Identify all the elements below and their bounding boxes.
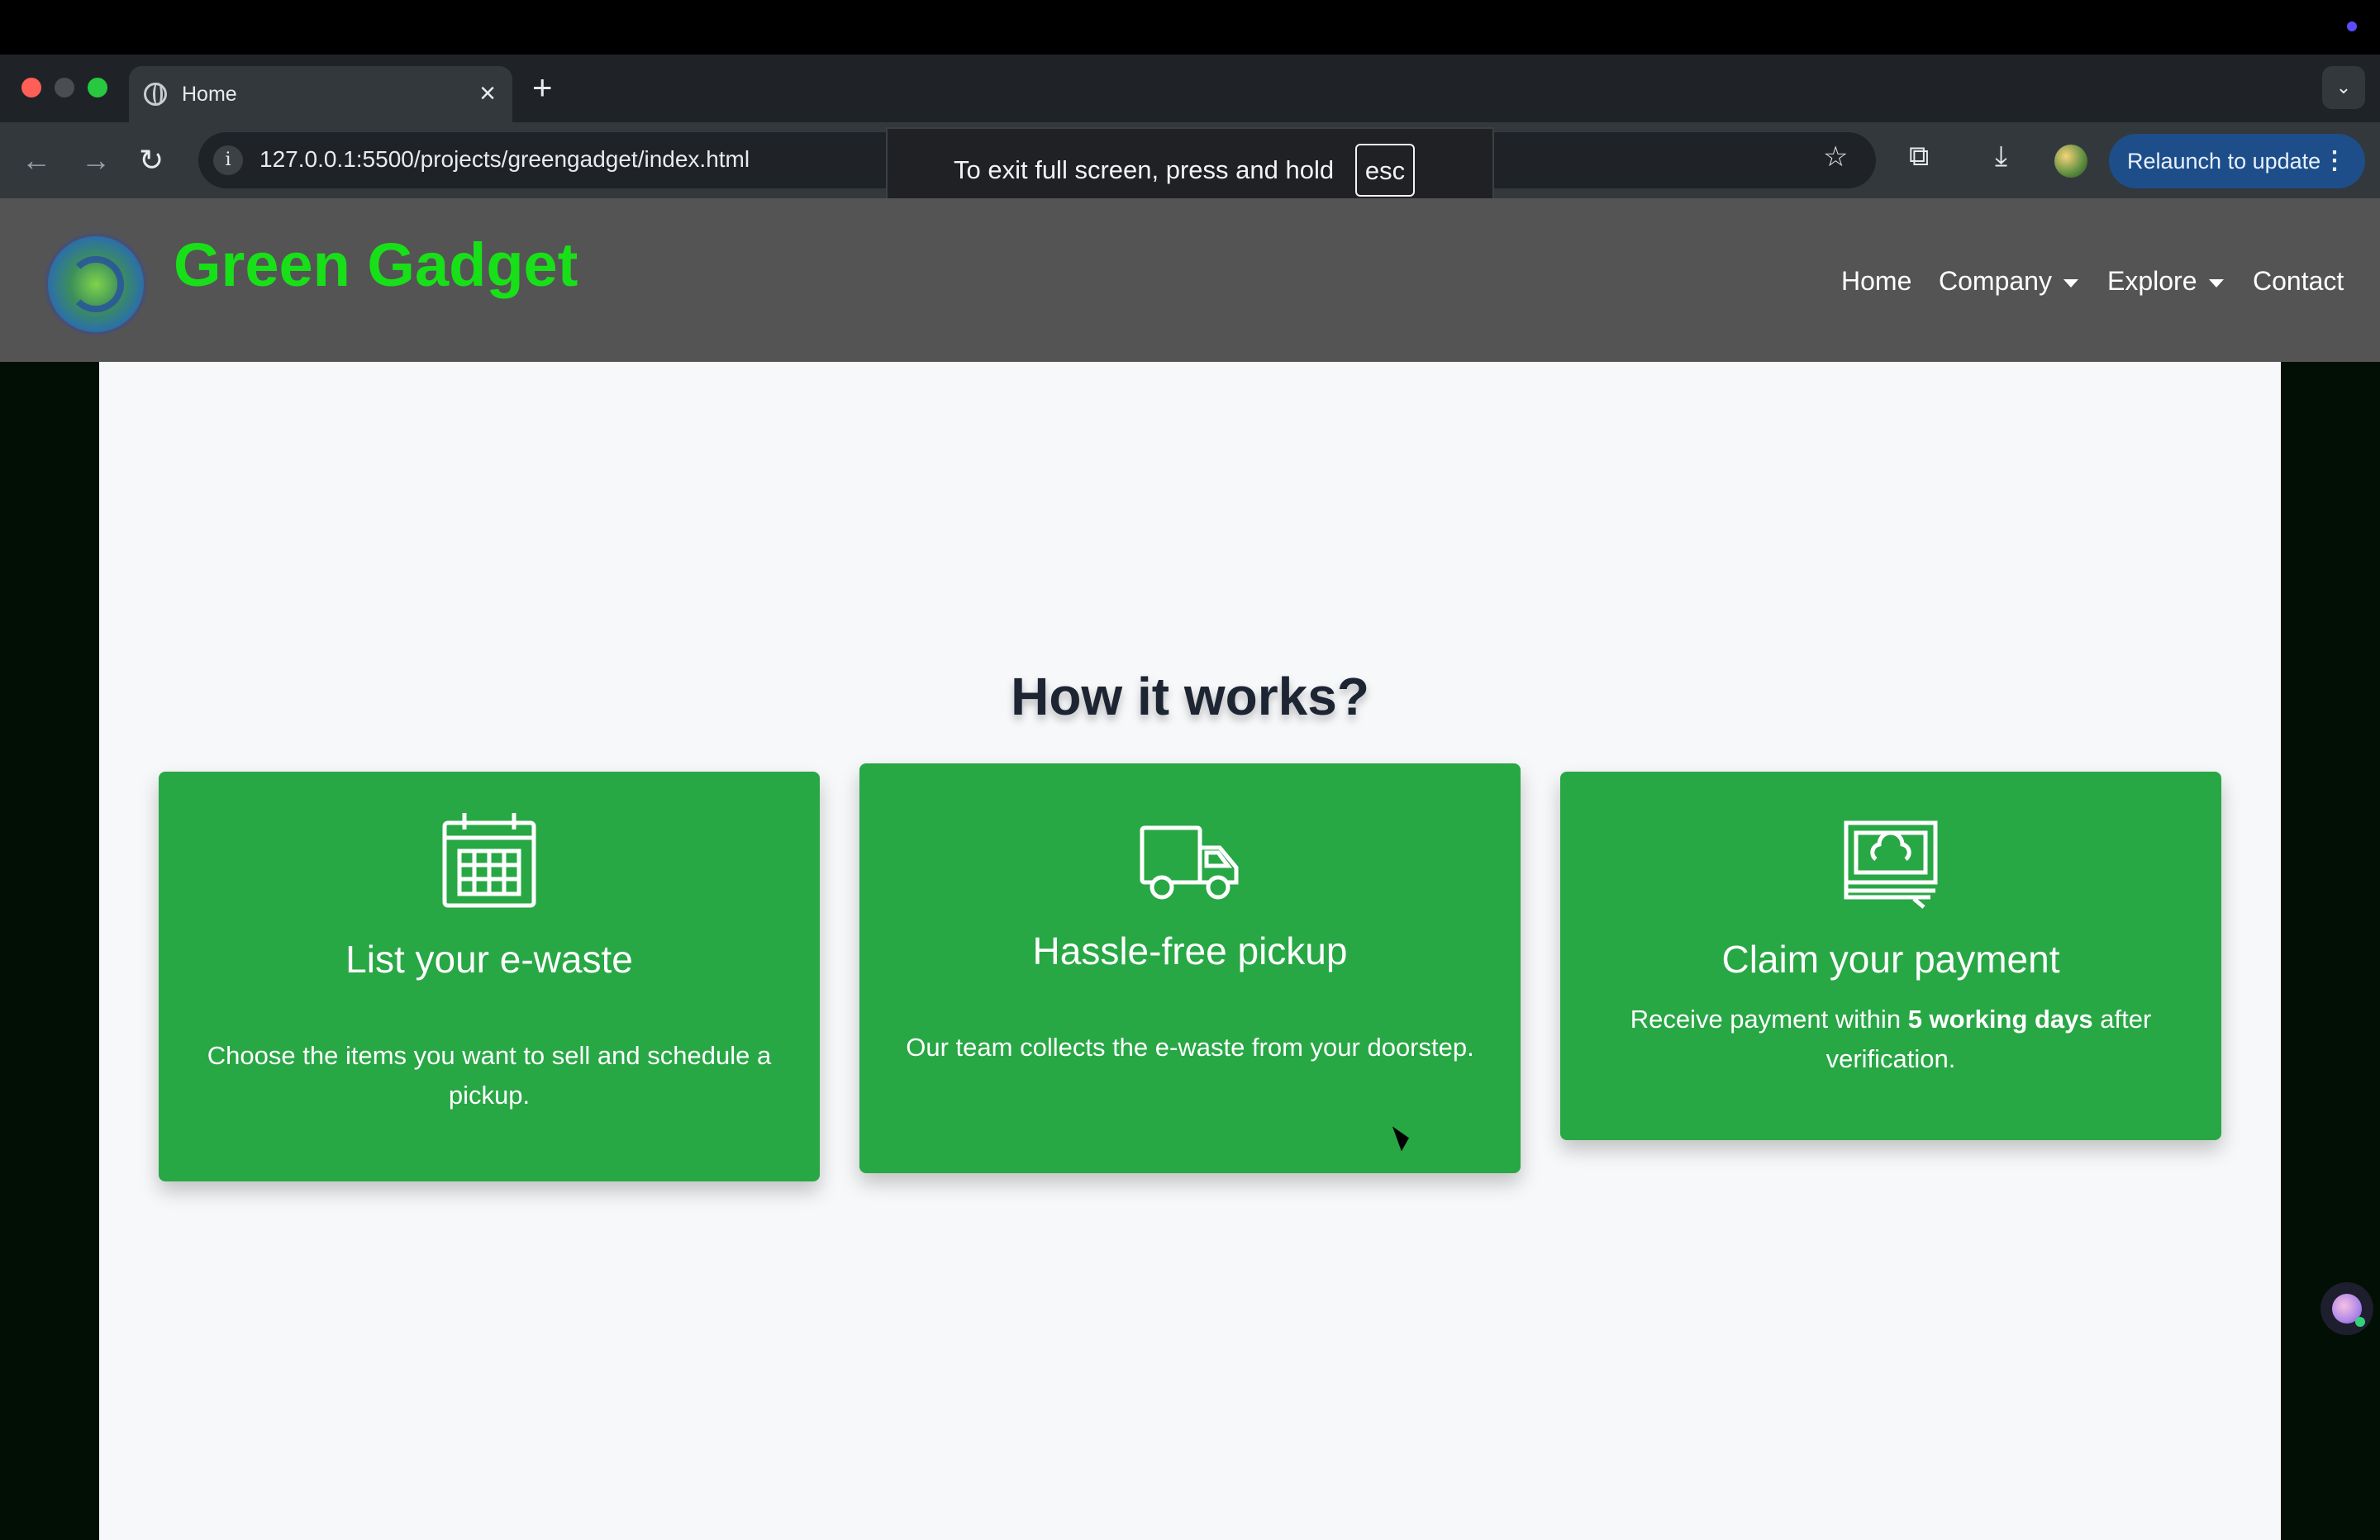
caret-down-icon	[2208, 278, 2224, 288]
card-text: Receive payment within 5 working days af…	[1602, 1000, 2180, 1079]
main-content: How it works? List your e-waste Choose t…	[99, 362, 2281, 1540]
profile-avatar[interactable]	[2054, 145, 2087, 178]
nav-dropdown-explore[interactable]: Explore	[2107, 266, 2224, 297]
nav-explore-label: Explore	[2107, 266, 2197, 296]
nav-link-home[interactable]: Home	[1841, 266, 1911, 297]
status-dot-icon	[2347, 21, 2357, 31]
section-heading: How it works?	[1011, 667, 1369, 726]
extensions-icon[interactable]: ⧉	[1909, 140, 1929, 173]
back-icon[interactable]: ←	[21, 142, 51, 178]
card-payment: Claim your payment Receive payment withi…	[1560, 772, 2221, 1140]
new-tab-button[interactable]: +	[532, 68, 553, 107]
card-title: Claim your payment	[1721, 938, 2060, 981]
nav-company-label: Company	[1939, 266, 2052, 296]
tab-close-icon[interactable]: ×	[479, 78, 496, 110]
forward-icon[interactable]: →	[81, 142, 111, 178]
window-minimize-button[interactable]	[55, 78, 74, 97]
card-pickup: Hassle-free pickup Our team collects the…	[859, 763, 1521, 1173]
card-title: List your e-waste	[345, 938, 633, 981]
esc-key-hint: esc	[1355, 144, 1415, 197]
tab-title: Home	[182, 83, 237, 106]
browser-menu-icon[interactable]: ⋮	[2322, 134, 2347, 188]
relaunch-label: Relaunch to update	[2127, 149, 2321, 173]
brand-title[interactable]: Green Gadget	[174, 230, 578, 300]
card-text: Our team collects the e-waste from your …	[906, 1033, 1474, 1062]
truck-icon	[859, 825, 1521, 902]
card-text: Choose the items you want to sell and sc…	[207, 1041, 772, 1110]
card-text-part: Receive payment within	[1630, 1005, 1908, 1034]
reload-icon[interactable]: ↻	[139, 142, 164, 178]
card-list-ewaste: List your e-waste Choose the items you w…	[159, 772, 820, 1181]
site-info-icon[interactable]: i	[213, 145, 243, 175]
globe-icon	[144, 83, 167, 106]
bookmark-star-icon[interactable]: ☆	[1823, 140, 1848, 173]
tab-search-button[interactable]: ⌄	[2322, 66, 2365, 109]
calendar-icon	[159, 811, 820, 909]
nav-dropdown-company[interactable]: Company	[1939, 266, 2078, 297]
browser-tab-home[interactable]: Home ×	[129, 66, 512, 122]
window-close-button[interactable]	[21, 78, 41, 97]
assistant-bubble-button[interactable]	[2320, 1282, 2373, 1335]
os-top-bar	[0, 0, 2380, 55]
fullscreen-message: To exit full screen, press and hold	[954, 155, 1335, 184]
card-text-emphasis: 5 working days	[1907, 1005, 2093, 1034]
caret-down-icon	[2063, 278, 2078, 288]
card-title: Hassle-free pickup	[1032, 929, 1348, 972]
nav-link-contact[interactable]: Contact	[2253, 266, 2344, 297]
download-icon[interactable]: ⤓	[1995, 140, 2007, 173]
site-logo[interactable]	[45, 233, 147, 335]
relaunch-button[interactable]: Relaunch to update ⋮	[2109, 134, 2365, 188]
money-icon	[1560, 820, 2221, 909]
window-maximize-button[interactable]	[88, 78, 107, 97]
url-text[interactable]: 127.0.0.1:5500/projects/greengadget/inde…	[259, 146, 750, 173]
